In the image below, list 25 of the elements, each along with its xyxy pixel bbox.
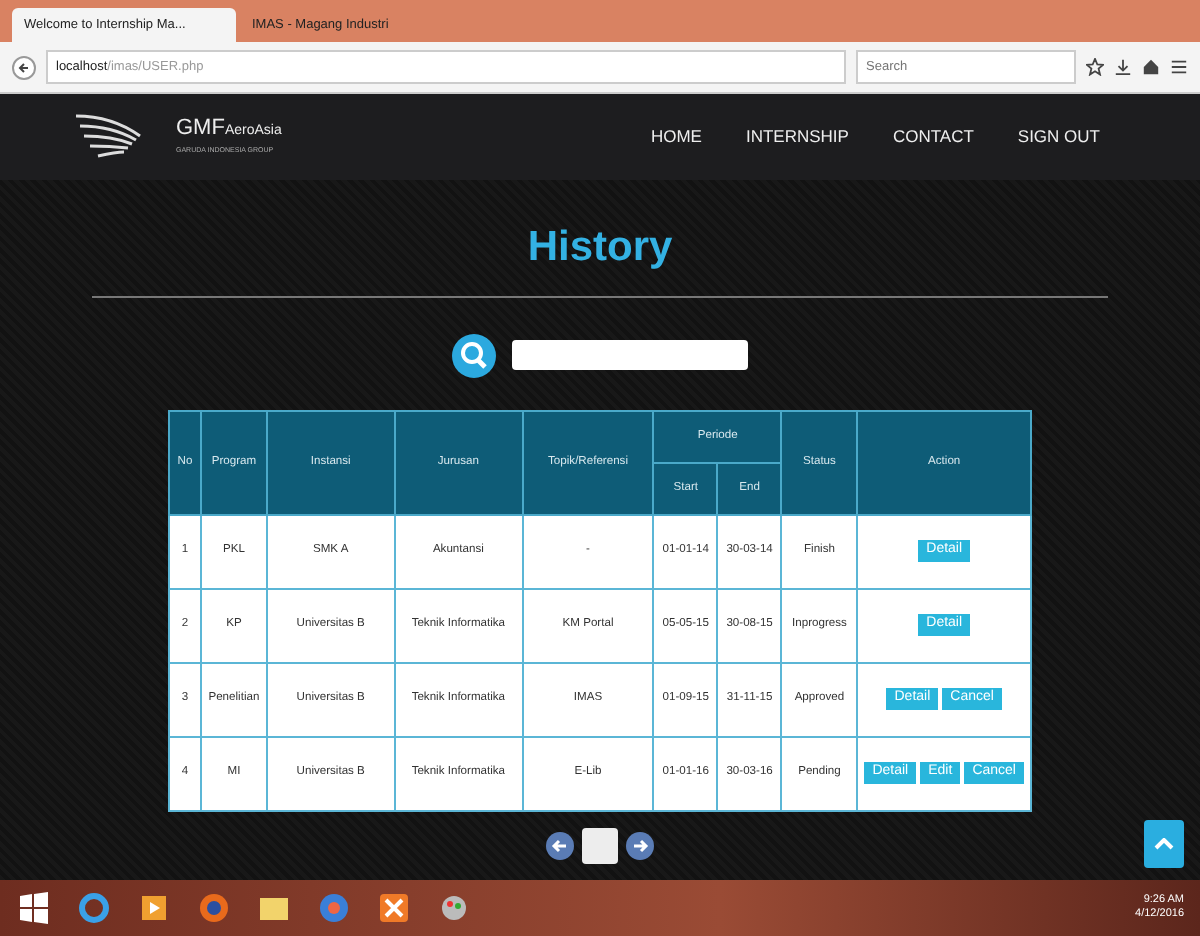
- chevron-up-icon: [1154, 838, 1174, 850]
- download-icon[interactable]: [1114, 58, 1132, 76]
- search-input[interactable]: [512, 340, 748, 370]
- media-icon[interactable]: [136, 890, 172, 926]
- windows-start-icon[interactable]: [16, 890, 52, 926]
- previous-page-button[interactable]: [546, 831, 574, 859]
- nav-link[interactable]: SIGN OUT: [1017, 124, 1100, 150]
- nav-link[interactable]: HOME: [650, 124, 702, 150]
- nav-link[interactable]: CONTACT: [892, 124, 974, 150]
- menu-icon[interactable]: [1170, 58, 1188, 76]
- page-title: History: [527, 222, 673, 274]
- app-icon[interactable]: [376, 890, 412, 926]
- back-icon[interactable]: [12, 55, 36, 79]
- page-indicator: [582, 827, 618, 863]
- nav-link[interactable]: INTERNSHIP: [745, 124, 849, 150]
- browser-icon[interactable]: [76, 890, 112, 926]
- wing-logo-icon: [76, 111, 144, 163]
- next-page-button[interactable]: [626, 831, 654, 859]
- compass-icon[interactable]: [316, 890, 352, 926]
- search-icon[interactable]: [452, 333, 496, 377]
- paint-icon[interactable]: [436, 890, 472, 926]
- scroll-top-button[interactable]: [1144, 820, 1184, 868]
- browser-icon[interactable]: [196, 890, 232, 926]
- star-icon[interactable]: [1086, 58, 1104, 76]
- home-icon[interactable]: [1142, 58, 1160, 76]
